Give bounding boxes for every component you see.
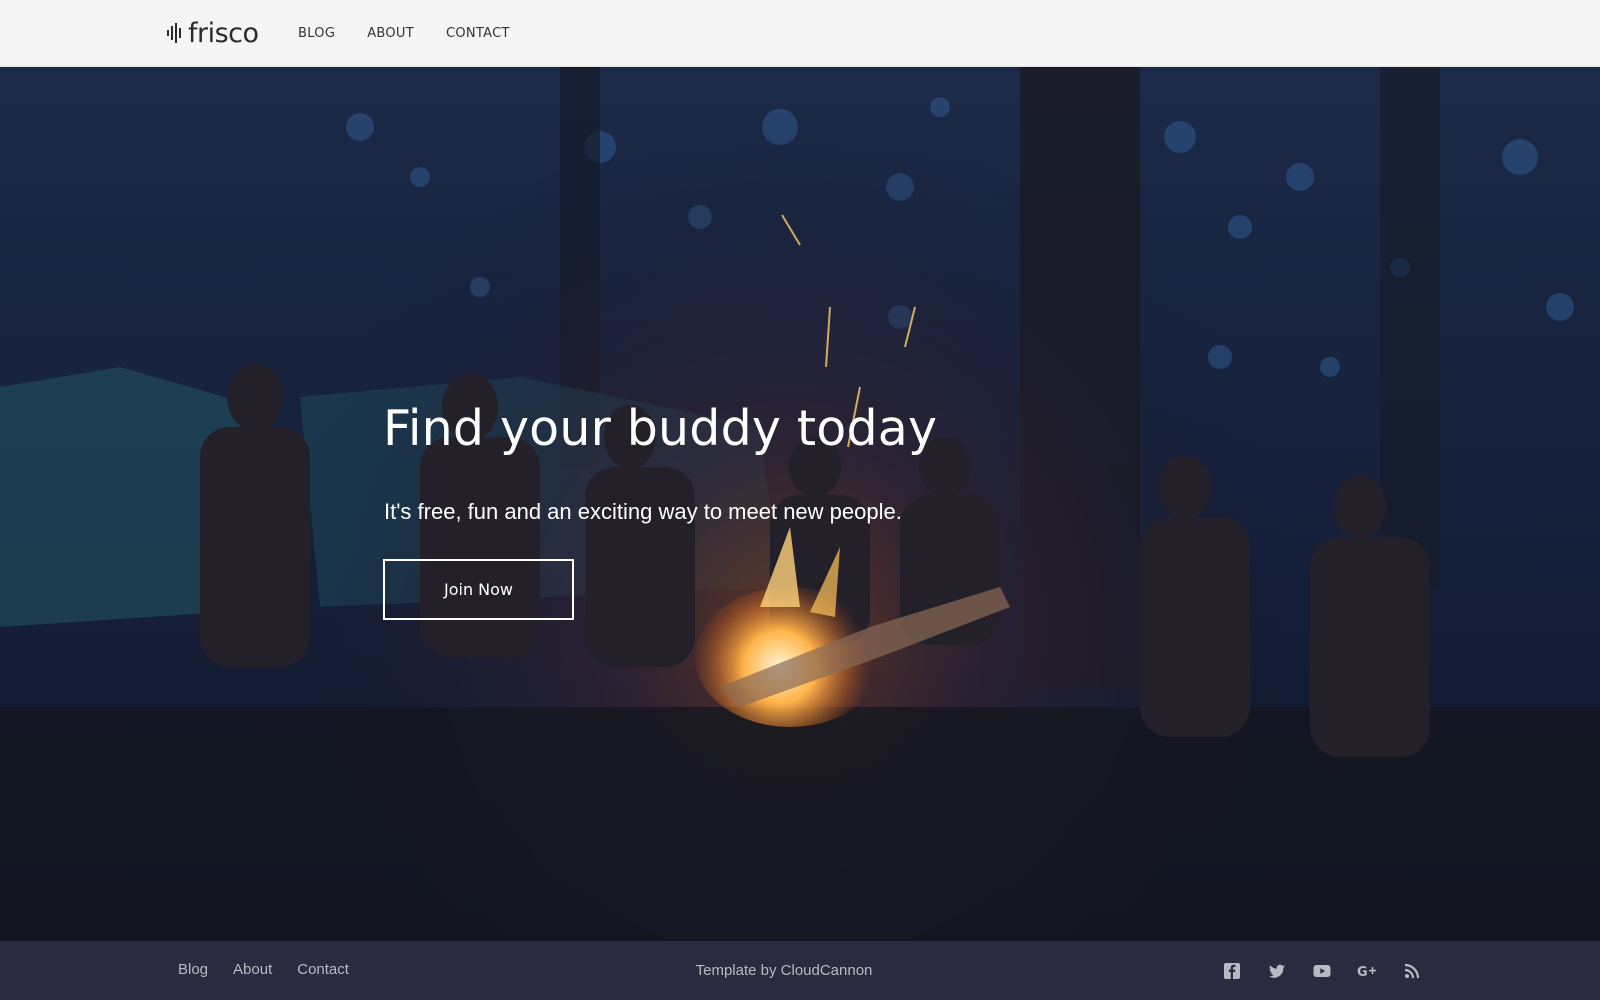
social-links: G <box>1222 961 1447 981</box>
youtube-icon[interactable] <box>1312 961 1332 981</box>
nav-link-about[interactable]: ABOUT <box>367 25 414 43</box>
twitter-icon[interactable] <box>1267 961 1287 981</box>
nav-link-contact[interactable]: CONTACT <box>446 25 510 43</box>
main-nav: BLOG ABOUT CONTACT <box>298 25 542 43</box>
nav-link-blog[interactable]: BLOG <box>298 25 335 43</box>
logo-text: frisco <box>188 17 259 49</box>
site-footer: Blog About Contact Template by CloudCann… <box>0 941 1600 1000</box>
rss-icon[interactable] <box>1402 961 1422 981</box>
google-plus-icon[interactable]: G <box>1357 961 1377 981</box>
join-now-button[interactable]: Join Now <box>383 559 574 620</box>
facebook-icon[interactable] <box>1222 961 1242 981</box>
svg-text:G: G <box>1357 965 1368 980</box>
waveform-icon <box>166 22 184 44</box>
hero-section: Find your buddy today It's free, fun and… <box>0 67 1600 941</box>
hero-subtitle: It's free, fun and an exciting way to me… <box>384 499 902 524</box>
logo-link[interactable]: frisco <box>166 16 259 50</box>
hero-title: Find your buddy today <box>383 400 938 457</box>
site-header: frisco BLOG ABOUT CONTACT <box>0 0 1600 67</box>
